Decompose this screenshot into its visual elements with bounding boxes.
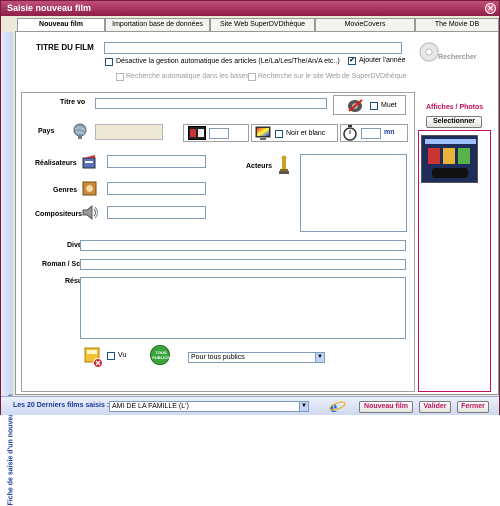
poster-banner	[425, 139, 476, 144]
poster-disc	[432, 168, 468, 178]
muted-sound-icon	[348, 99, 363, 112]
search-button[interactable]: Rechercher	[418, 41, 488, 69]
close-window-button[interactable]: ✕	[485, 3, 496, 14]
tab-label: Importation base de données	[112, 21, 203, 28]
validate-button[interactable]: Valider	[419, 401, 451, 413]
title-bar: Saisie nouveau film ✕	[1, 1, 499, 16]
close-button[interactable]: Fermer	[457, 401, 489, 413]
compositeurs-input[interactable]	[107, 206, 206, 219]
compositeurs-label: Compositeurs	[35, 211, 83, 218]
vu-label: Vu	[118, 352, 127, 359]
side-banner: Fiche de saisie d'un nouveau film	[1, 32, 15, 506]
add-year-checkbox[interactable]: ✔	[348, 57, 356, 65]
search-site-checkbox[interactable]	[248, 73, 256, 81]
chevron-down-icon: ▼	[315, 353, 324, 362]
globe-icon[interactable]	[72, 123, 88, 139]
tab-panel: TITRE DU FILM Désactive la gestion autom…	[15, 31, 499, 395]
title-input[interactable]	[104, 42, 402, 54]
acteurs-label: Acteurs	[246, 163, 273, 170]
duration-input[interactable]	[361, 128, 381, 139]
realisateurs-input[interactable]	[107, 155, 206, 168]
disable-articles-label: Désactive la gestion automatique des art…	[116, 58, 340, 65]
last-films-label: Les 20 Derniers films saisis :	[13, 402, 110, 409]
muet-checkbox[interactable]	[370, 102, 378, 110]
last-films-select-value: AMI DE LA FAMILLE (L')	[112, 403, 189, 410]
roman-input[interactable]	[80, 259, 406, 270]
muet-label: Muet	[381, 102, 397, 109]
genres-input[interactable]	[107, 182, 206, 195]
search-site-label: Recherche sur le site Web de SuperDVDthè…	[258, 73, 407, 80]
auto-search-db-checkbox[interactable]	[116, 73, 124, 81]
main-window: Saisie nouveau film ✕ Nouveau film Impor…	[0, 0, 500, 506]
tab-label: Site Web SuperDVDthèque	[219, 21, 306, 28]
bottom-bar: Les 20 Derniers films saisis : AMI DE LA…	[1, 396, 499, 415]
chevron-down-icon: ▼	[299, 402, 308, 411]
divers-input[interactable]	[80, 240, 406, 251]
year-input[interactable]	[209, 128, 229, 139]
pays-label: Pays	[38, 128, 55, 135]
calendar-icon	[188, 126, 206, 140]
rating-select-value: Pour tous publics	[191, 354, 245, 361]
internet-explorer-icon[interactable]: e	[329, 398, 346, 414]
tab-site-web[interactable]: Site Web SuperDVDthèque	[210, 18, 315, 31]
rating-select[interactable]: Pour tous publics ▼	[188, 352, 325, 363]
tab-strip: Nouveau film Importation base de données…	[17, 18, 499, 32]
poster-cover-1	[428, 148, 440, 164]
poster-cover-2	[443, 148, 455, 164]
disable-articles-checkbox[interactable]	[105, 58, 113, 66]
select-poster-button[interactable]: Selectionner	[426, 116, 482, 128]
pays-input[interactable]	[95, 124, 163, 140]
color-monitor-icon	[255, 126, 271, 140]
tab-moviecovers[interactable]: MovieCovers	[315, 18, 415, 31]
oscar-statue-icon[interactable]	[278, 155, 290, 175]
poster-cover-3	[458, 148, 470, 164]
tous-publics-text: TOUS PUBLICS	[152, 350, 170, 360]
search-disc-icon	[419, 42, 439, 62]
add-year-label: Ajouter l'année	[359, 57, 406, 64]
duration-unit: mn	[384, 129, 395, 136]
acteurs-list[interactable]	[300, 154, 407, 232]
noir-blanc-label: Noir et blanc	[286, 130, 326, 137]
tab-label: MovieCovers	[344, 21, 386, 28]
noir-blanc-checkbox[interactable]	[275, 130, 283, 138]
tab-importation[interactable]: Importation base de données	[105, 18, 210, 31]
poster-image[interactable]	[421, 135, 478, 183]
last-films-select[interactable]: AMI DE LA FAMILLE (L') ▼	[109, 401, 309, 412]
search-button-label: Rechercher	[438, 54, 477, 61]
side-banner-text: Fiche de saisie d'un nouveau film	[7, 394, 15, 506]
tab-nouveau-film[interactable]: Nouveau film	[17, 18, 105, 32]
new-film-button[interactable]: Nouveau film	[359, 401, 413, 413]
titre-vo-input[interactable]	[95, 98, 327, 109]
seen-ticket-icon	[84, 347, 103, 368]
posters-title: Affiches / Photos	[426, 104, 484, 111]
speaker-icon[interactable]	[82, 205, 100, 220]
resume-textarea[interactable]	[80, 277, 406, 339]
tous-publics-badge: TOUS PUBLICS	[150, 345, 170, 365]
vu-checkbox[interactable]	[107, 352, 115, 360]
title-label: TITRE DU FILM	[36, 43, 94, 52]
tab-the-movie-db[interactable]: The Movie DB	[415, 18, 499, 31]
auto-search-db-label: Recherche automatique dans les bases	[126, 73, 249, 80]
tab-label: The Movie DB	[434, 21, 480, 28]
tab-label: Nouveau film	[39, 21, 83, 28]
realisateurs-label: Réalisateurs	[35, 160, 77, 167]
genres-icon[interactable]	[82, 181, 97, 196]
director-icon[interactable]	[82, 154, 98, 169]
titre-vo-label: Titre vo	[60, 99, 86, 106]
genres-label: Genres	[53, 187, 78, 194]
stopwatch-icon	[343, 125, 357, 141]
window-title: Saisie nouveau film	[7, 3, 92, 13]
